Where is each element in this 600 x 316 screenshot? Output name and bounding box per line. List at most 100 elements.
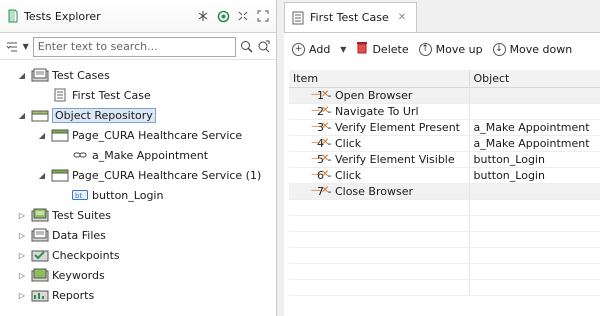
add-dropdown-icon[interactable]: ▼ <box>340 45 346 54</box>
collapsed-arrow-icon[interactable]: ▷ <box>17 271 27 280</box>
tree-node-test-cases[interactable]: ◢ Test Cases <box>0 65 276 85</box>
empty-row <box>289 263 600 280</box>
step-item-cell[interactable]: —✕ 2 - Navigate To Url <box>289 103 470 120</box>
tree-node-page-cura-healthcare-service-1[interactable]: ◢ Page_CURA Healthcare Service (1) <box>0 165 276 185</box>
step-item-cell[interactable]: —✕ 5 - Verify Element Visible <box>289 151 470 168</box>
collapsed-arrow-icon[interactable]: ▷ <box>17 211 27 220</box>
step-keyword-icon: —✕ <box>311 136 330 148</box>
tree-node-button-login[interactable]: bt button_Login <box>0 185 276 205</box>
collapsed-arrow-icon[interactable]: ▷ <box>17 251 27 260</box>
tree-node-first-test-case[interactable]: First Test Case <box>0 85 276 105</box>
folder-objects-icon <box>31 108 49 122</box>
step-item-cell[interactable]: —✕ 3 - Verify Element Present <box>289 119 470 136</box>
folder-page-icon <box>51 168 69 182</box>
table-row[interactable]: —✕ 3 - Verify Element Present a_Make Appoi… <box>289 119 600 136</box>
tree-node-label: button_Login <box>92 188 164 202</box>
empty-cell <box>289 247 470 264</box>
step-object-cell[interactable]: a_Make Appointment <box>469 135 600 152</box>
table-row[interactable]: —✕ 7 - Close Browser <box>289 183 600 200</box>
folder-keywords-icon <box>31 268 49 282</box>
tree-node-reports[interactable]: ▷ Reports <box>0 285 276 305</box>
filter-options-icon[interactable] <box>6 40 19 54</box>
step-object-cell[interactable] <box>469 103 600 120</box>
step-item-cell[interactable]: —✕ 4 - Click <box>289 135 470 152</box>
move-down-button[interactable]: ↓ Move down <box>492 42 573 56</box>
advanced-search-icon[interactable] <box>257 40 270 54</box>
empty-row <box>289 279 600 296</box>
tree-node-label: Checkpoints <box>52 248 120 262</box>
plus-icon: + <box>292 42 305 56</box>
tree-node-keywords[interactable]: ▷ Keywords <box>0 265 276 285</box>
editor-tab-title: First Test Case <box>310 11 389 24</box>
search-icon[interactable] <box>240 40 253 54</box>
expanded-arrow-icon[interactable]: ◢ <box>17 111 27 120</box>
step-object-cell[interactable]: button_Login <box>469 151 600 168</box>
table-row[interactable]: —✕ 1 - Open Browser <box>289 87 600 104</box>
expanded-arrow-icon[interactable]: ◢ <box>37 171 47 180</box>
empty-cell <box>469 215 600 232</box>
link-icon <box>71 148 89 162</box>
tree-node-a-make-appointment[interactable]: a_Make Appointment <box>0 145 276 165</box>
step-keyword-icon: —✕ <box>311 152 330 164</box>
expanded-arrow-icon[interactable]: ◢ <box>37 131 47 140</box>
delete-label: Delete <box>372 42 409 56</box>
folder-reports-icon <box>31 288 49 302</box>
close-tab-icon[interactable]: ✕ <box>398 12 406 23</box>
table-row[interactable]: —✕ 5 - Verify Element Visible button_Login <box>289 151 600 168</box>
empty-cell <box>289 199 470 216</box>
step-keyword-icon: —✕ <box>311 88 330 100</box>
step-keyword-icon: —✕ <box>311 104 330 116</box>
empty-cell <box>289 263 470 280</box>
step-object-cell[interactable] <box>469 183 600 200</box>
maximize-icon[interactable] <box>256 9 270 23</box>
column-header-object[interactable]: Object <box>469 70 600 88</box>
empty-cell <box>469 231 600 248</box>
tree-node-page-cura-healthcare-service[interactable]: ◢ Page_CURA Healthcare Service <box>0 125 276 145</box>
collapse-all-icon[interactable] <box>196 9 210 23</box>
filter-dropdown-icon[interactable]: ▼ <box>23 42 29 51</box>
step-object-cell[interactable] <box>469 87 600 104</box>
editor-tab-first-test-case[interactable]: First Test Case ✕ <box>284 2 418 32</box>
table-row[interactable]: —✕ 2 - Navigate To Url <box>289 103 600 120</box>
empty-cell <box>469 263 600 280</box>
folder-checkpoints-icon <box>31 248 49 262</box>
editor-panel: First Test Case ✕ + Add ▼ Delete ↑ Move … <box>284 0 600 316</box>
tree-node-label: Data Files <box>52 228 106 242</box>
tree-node-data-files[interactable]: ▷ Data Files <box>0 225 276 245</box>
testcase-icon <box>51 88 69 102</box>
explorer-filter-bar: ▼ <box>0 34 276 60</box>
expanded-arrow-icon[interactable]: ◢ <box>17 71 27 80</box>
explorer-tab[interactable]: Tests Explorer <box>6 9 101 23</box>
minimize-icon[interactable] <box>236 9 250 23</box>
step-item-cell[interactable]: —✕ 6 - Click <box>289 167 470 184</box>
step-item-cell[interactable]: —✕ 7 - Close Browser <box>289 183 470 200</box>
step-keyword-icon: —✕ <box>311 120 330 132</box>
editor-tabstrip: First Test Case ✕ <box>284 0 600 33</box>
table-row[interactable]: —✕ 4 - Click a_Make Appointment <box>289 135 600 152</box>
tree-node-label: Page_CURA Healthcare Service <box>72 128 243 142</box>
empty-row <box>289 231 600 248</box>
column-header-item[interactable]: Item <box>289 70 470 88</box>
empty-row <box>289 215 600 232</box>
collapsed-arrow-icon[interactable]: ▷ <box>17 231 27 240</box>
arrow-down-icon: ↓ <box>492 42 506 56</box>
step-item-cell[interactable]: —✕ 1 - Open Browser <box>289 87 470 104</box>
move-down-label: Move down <box>509 42 573 56</box>
step-object-cell[interactable]: a_Make Appointment <box>469 119 600 136</box>
testcase-icon <box>291 11 305 25</box>
step-object-cell[interactable]: button_Login <box>469 167 600 184</box>
step-keyword-icon: —✕ <box>311 168 330 180</box>
tree-node-test-suites[interactable]: ▷ Test Suites <box>0 205 276 225</box>
move-up-button[interactable]: ↑ Move up <box>418 42 483 56</box>
add-button[interactable]: + Add <box>292 42 330 56</box>
search-input[interactable] <box>32 36 236 57</box>
explorer-header: Tests Explorer <box>0 0 276 33</box>
move-up-label: Move up <box>435 42 483 56</box>
tree-node-object-repository[interactable]: ◢ Object Repository <box>0 105 276 125</box>
tree-node-checkpoints[interactable]: ▷ Checkpoints <box>0 245 276 265</box>
table-row[interactable]: —✕ 6 - Click button_Login <box>289 167 600 184</box>
delete-button[interactable]: Delete <box>356 41 409 57</box>
empty-row <box>289 199 600 216</box>
collapsed-arrow-icon[interactable]: ▷ <box>17 291 27 300</box>
link-with-editor-icon[interactable] <box>216 9 230 23</box>
